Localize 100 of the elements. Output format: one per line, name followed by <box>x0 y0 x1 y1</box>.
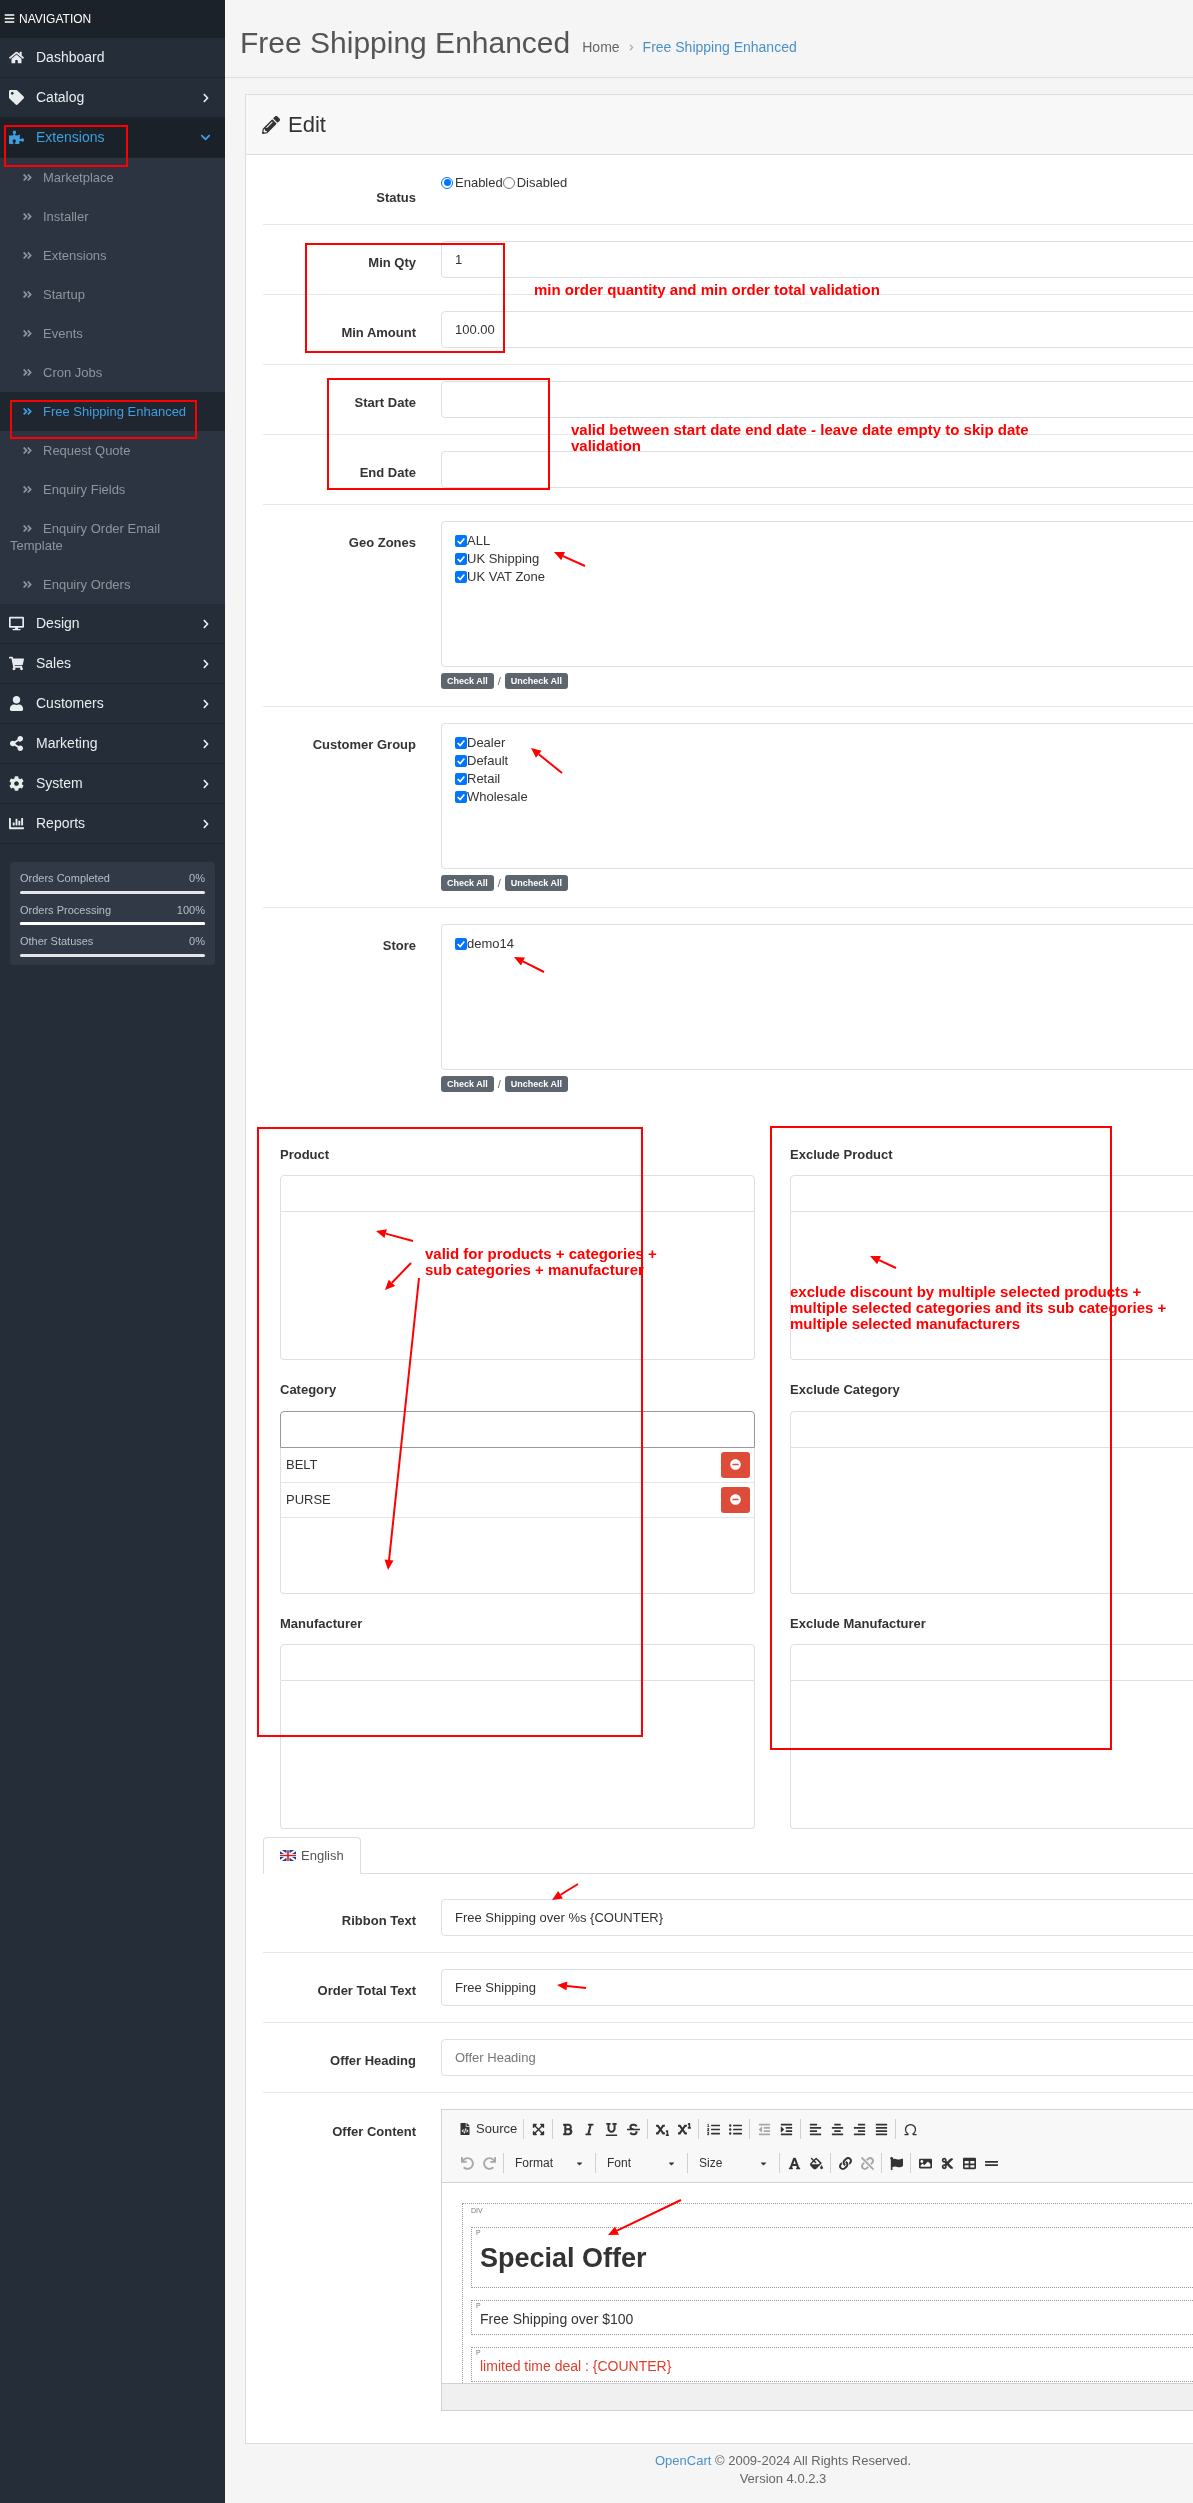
menu-icon[interactable] <box>4 13 15 24</box>
checkbox-label: UK VAT Zone <box>467 568 546 587</box>
submenu-item[interactable]: Cron Jobs <box>0 353 225 392</box>
chevron-right-icon <box>201 618 211 629</box>
radio-label: Enabled <box>455 174 503 192</box>
panel-title: Edit <box>288 111 326 139</box>
breadcrumb-link[interactable]: Home <box>582 37 620 58</box>
ribbon-text-field[interactable]: Free Shipping over %s {COUNTER} <box>441 1899 1193 1936</box>
double-chevron-icon <box>22 328 33 339</box>
home-icon <box>9 50 24 65</box>
submenu-item[interactable]: Installer <box>0 197 225 236</box>
submenu-item[interactable]: Enquiry Order Email Template <box>0 509 225 565</box>
page-title: Free Shipping Enhanced <box>240 26 571 60</box>
paragraph-text: Special Offer <box>480 2242 648 2275</box>
submenu-item[interactable]: Enquiry Orders <box>0 565 225 604</box>
field-label: Exclude Manufacturer <box>790 1614 927 1633</box>
checkbox[interactable] <box>455 938 467 950</box>
arrow <box>554 552 586 567</box>
nav-item[interactable]: Customers <box>0 684 225 724</box>
editor-dropdown[interactable]: Size <box>691 2152 776 2174</box>
submenu-item[interactable]: Extensions <box>0 236 225 275</box>
stat-value: 100% <box>176 902 205 918</box>
order-total-text-field[interactable]: Free Shipping <box>441 1969 1193 2006</box>
field-label: Status <box>376 190 416 205</box>
nav-item[interactable]: System <box>0 764 225 804</box>
stat-label: Other Statuses <box>20 934 94 949</box>
editor-dropdown[interactable]: Font <box>599 2152 684 2174</box>
paragraph-text: limited time deal : {COUNTER} <box>480 2356 673 2376</box>
submenu-item[interactable]: Request Quote <box>0 431 225 470</box>
autocomplete-field[interactable] <box>280 1410 755 1448</box>
nav-item[interactable]: Extensions <box>0 118 225 158</box>
checkbox[interactable] <box>455 535 467 547</box>
editor-dropdown[interactable]: Format <box>507 2152 592 2174</box>
check-all-button[interactable]: Check All <box>441 874 494 891</box>
chevron-right-icon <box>201 92 211 103</box>
submenu-item[interactable]: Marketplace <box>0 158 225 197</box>
arrow <box>514 957 545 973</box>
annotation-text: valid between start date end date - leave date empty to skip date validation <box>571 422 1030 454</box>
flag-icon <box>280 1850 296 1861</box>
field-label: Category <box>280 1381 338 1399</box>
offer-heading-field[interactable]: Offer Heading <box>441 2039 1193 2076</box>
checkbox[interactable] <box>455 754 467 767</box>
min-amount-field[interactable]: 100.00 <box>441 311 1193 348</box>
source-button[interactable]: Source <box>456 2118 521 2140</box>
chevron-right-icon <box>201 818 211 829</box>
bar-chart-icon <box>9 816 24 831</box>
double-chevron-icon <box>22 445 33 456</box>
selected-item: BELT <box>286 1455 318 1474</box>
field-label: Product <box>280 1145 331 1164</box>
cart-icon <box>9 656 24 671</box>
checkbox[interactable] <box>455 790 467 803</box>
chevron-right-icon <box>201 778 211 789</box>
double-chevron-icon <box>22 289 33 300</box>
submenu-item[interactable]: Startup <box>0 275 225 314</box>
field-label: Offer Content <box>332 2124 416 2139</box>
double-chevron-icon <box>22 523 33 534</box>
remove-button[interactable] <box>721 1451 750 1478</box>
chevron-right-icon <box>201 698 211 709</box>
arrow <box>870 1256 897 1269</box>
stat-label: Orders Processing <box>20 902 112 918</box>
uncheck-all-button[interactable]: Uncheck All <box>504 874 568 891</box>
checkbox[interactable] <box>455 553 467 565</box>
settings-icon <box>9 776 24 791</box>
copyright-text: OpenCart © 2009-2024 All Rights Reserved. <box>655 2452 911 2470</box>
separator-text: / <box>497 674 501 689</box>
min-qty-field[interactable]: 1 <box>441 241 1193 278</box>
double-chevron-icon <box>22 211 33 222</box>
breadcrumb-link[interactable]: Free Shipping Enhanced <box>642 37 797 58</box>
code-file-icon <box>459 2123 471 2135</box>
puzzle-icon <box>9 130 24 145</box>
checkbox[interactable] <box>455 571 467 583</box>
date-field[interactable] <box>441 451 1193 488</box>
checkbox[interactable] <box>455 772 467 785</box>
submenu-item[interactable]: Enquiry Fields <box>0 470 225 509</box>
separator-text: / <box>497 875 501 891</box>
uncheck-all-button[interactable]: Uncheck All <box>504 673 568 690</box>
field-label: Exclude Product <box>790 1145 894 1164</box>
radio-label: Disabled <box>516 174 568 192</box>
submenu-item[interactable]: Free Shipping Enhanced <box>0 392 225 431</box>
remove-button[interactable] <box>721 1486 750 1513</box>
user-icon <box>9 696 24 711</box>
checkbox[interactable] <box>455 736 467 749</box>
check-all-button[interactable]: Check All <box>441 673 494 690</box>
arrow <box>557 1981 587 1991</box>
stat-label: Orders Completed <box>20 871 110 886</box>
separator-text: / <box>497 1077 501 1092</box>
language-tab[interactable]: English <box>263 1837 361 1874</box>
field-label: Order Total Text <box>317 1983 416 1998</box>
selected-item: PURSE <box>286 1490 331 1509</box>
checkbox-label: demo14 <box>467 935 514 954</box>
date-field[interactable] <box>441 381 1193 418</box>
check-all-button[interactable]: Check All <box>441 1076 494 1093</box>
double-chevron-icon <box>22 367 33 378</box>
double-chevron-icon <box>22 484 33 495</box>
checkbox-label: Retail <box>467 769 501 788</box>
submenu-item[interactable]: Events <box>0 314 225 353</box>
uncheck-all-button[interactable]: Uncheck All <box>504 1076 568 1093</box>
double-chevron-icon <box>22 406 33 417</box>
opencart-link[interactable]: OpenCart <box>655 2453 712 2468</box>
navigation-title: NAVIGATION <box>19 10 92 28</box>
